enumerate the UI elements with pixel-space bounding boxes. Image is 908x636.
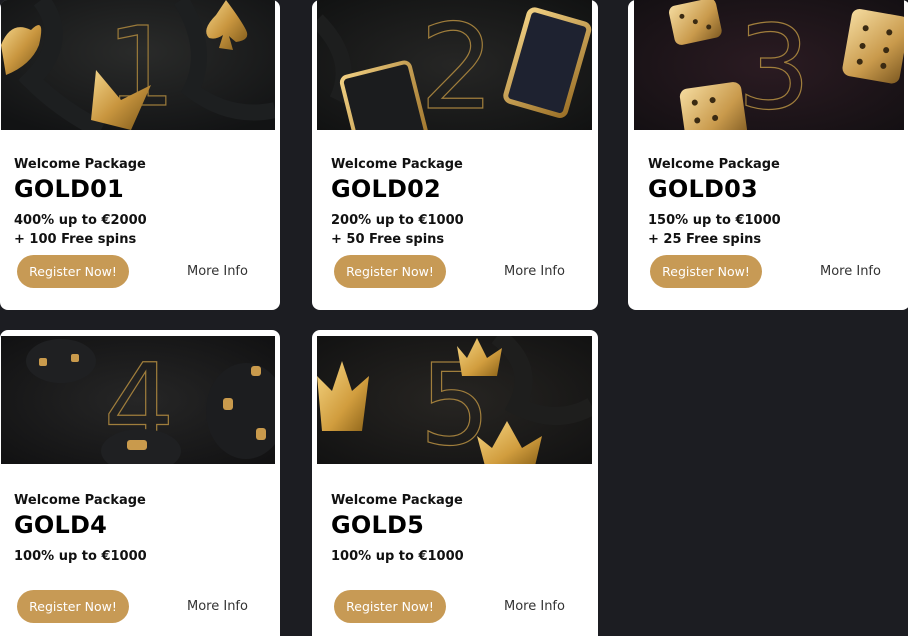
more-info-link[interactable]: More Info	[504, 255, 565, 288]
promo-content: Welcome Package GOLD03 150% up to €1000 …	[648, 156, 896, 249]
promo-code: GOLD4	[14, 511, 108, 539]
banner-numeral: 2	[419, 0, 494, 130]
promo-banner: 3	[634, 0, 904, 130]
more-info-link[interactable]: More Info	[504, 590, 565, 623]
promo-code: GOLD01	[14, 175, 124, 203]
playing-cards-icon: 2	[317, 0, 592, 130]
gold-crowns-icon: 5	[317, 336, 592, 464]
package-label: Welcome Package	[331, 493, 463, 508]
register-now-button[interactable]: Register Now!	[17, 255, 129, 288]
bonus-details: 200% up to €1000 + 50 Free spins	[331, 211, 584, 249]
promo-card-gold03: 3 Welcome Package GOLD03 150% up to €100…	[628, 0, 908, 310]
banner-numeral: 3	[737, 1, 811, 130]
package-label: Welcome Package	[14, 493, 146, 508]
promo-card-gold5: 5 Welcome Package GOLD5 100% up to €1000…	[312, 330, 598, 636]
more-info-link[interactable]: More Info	[187, 590, 248, 623]
register-now-button[interactable]: Register Now!	[650, 255, 762, 288]
promo-card-gold4: 4 Welcome Package GOLD4 100% up to €1000…	[0, 330, 280, 636]
bonus-line: 400% up to €2000	[14, 213, 147, 228]
bonus-line: 100% up to €1000	[14, 549, 147, 564]
bonus-line: + 50 Free spins	[331, 232, 445, 247]
gold-dice-icon: 3	[634, 0, 904, 130]
package-label: Welcome Package	[648, 157, 780, 172]
promo-card-gold02: 2 Welcome Package GOLD02 200% up to €100…	[312, 0, 598, 310]
bonus-details: 100% up to €1000	[14, 547, 266, 566]
promo-card-gold01: 1 Welcome Package GOLD01 400% up to €200…	[0, 0, 280, 310]
bonus-line: + 25 Free spins	[648, 232, 762, 247]
register-now-button[interactable]: Register Now!	[334, 590, 446, 623]
promo-banner: 5	[317, 336, 592, 464]
card-actions: Register Now! More Info	[650, 255, 896, 288]
more-info-link[interactable]: More Info	[820, 255, 881, 288]
register-now-button[interactable]: Register Now!	[334, 255, 446, 288]
bonus-details: 100% up to €1000	[331, 547, 584, 566]
package-label: Welcome Package	[14, 157, 146, 172]
bonus-details: 400% up to €2000 + 100 Free spins	[14, 211, 266, 249]
casino-chips-icon: 4	[1, 336, 275, 464]
register-now-button[interactable]: Register Now!	[17, 590, 129, 623]
promo-content: Welcome Package GOLD5 100% up to €1000	[331, 492, 584, 566]
promo-banner: 4	[1, 336, 275, 464]
card-actions: Register Now! More Info	[17, 255, 266, 288]
bonus-line: + 100 Free spins	[14, 232, 137, 247]
card-actions: Register Now! More Info	[334, 590, 584, 623]
promo-content: Welcome Package GOLD4 100% up to €1000	[14, 492, 266, 566]
gold-card-suits-icon: 1	[1, 0, 275, 130]
promo-content: Welcome Package GOLD01 400% up to €2000 …	[14, 156, 266, 249]
promo-code: GOLD5	[331, 511, 425, 539]
promo-content: Welcome Package GOLD02 200% up to €1000 …	[331, 156, 584, 249]
promo-grid: 1 Welcome Package GOLD01 400% up to €200…	[0, 0, 908, 636]
package-label: Welcome Package	[331, 157, 463, 172]
card-actions: Register Now! More Info	[334, 255, 584, 288]
promo-code: GOLD03	[648, 175, 758, 203]
more-info-link[interactable]: More Info	[187, 255, 248, 288]
bonus-details: 150% up to €1000 + 25 Free spins	[648, 211, 896, 249]
promo-banner: 1	[1, 0, 275, 130]
bonus-line: 150% up to €1000	[648, 213, 781, 228]
bonus-line: 100% up to €1000	[331, 549, 464, 564]
card-actions: Register Now! More Info	[17, 590, 266, 623]
promo-banner: 2	[317, 0, 592, 130]
bonus-line: 200% up to €1000	[331, 213, 464, 228]
promo-code: GOLD02	[331, 175, 441, 203]
